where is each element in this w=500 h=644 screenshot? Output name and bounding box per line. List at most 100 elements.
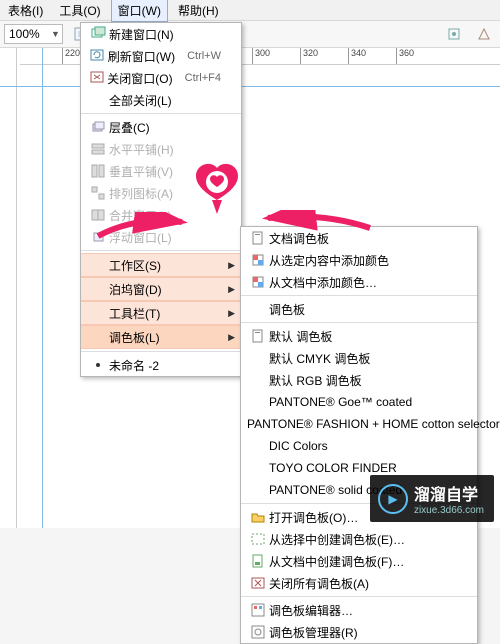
palette-menu-item-4[interactable]: 调色板	[241, 298, 477, 320]
menu-item-label: 从文档中添加颜色…	[269, 274, 457, 291]
window-menu-item-2[interactable]: 关闭窗口(O) Ctrl+F4	[81, 67, 241, 89]
page-icon	[247, 230, 269, 246]
zoom-combo[interactable]: ▼	[4, 24, 63, 44]
window-menu-item-3[interactable]: 全部关闭(L)	[81, 89, 241, 111]
window-menu-item-12[interactable]: 工作区(S) ▶	[81, 253, 241, 277]
palette-menu-item-7[interactable]: 默认 CMYK 调色板	[241, 347, 477, 369]
window-menu-item-5[interactable]: 层叠(C)	[81, 116, 241, 138]
menu-help[interactable]: 帮助(H)	[172, 0, 225, 21]
menu-item-label: 默认 CMYK 调色板	[269, 350, 457, 367]
annotation-arrow-left	[96, 212, 188, 242]
window-menu-item-0[interactable]: 新建窗口(N)	[81, 23, 241, 45]
menu-item-label: 全部关闭(L)	[109, 92, 221, 109]
swatch-icon	[247, 274, 269, 290]
window-menu-item-1[interactable]: 刷新窗口(W) Ctrl+W	[81, 45, 241, 67]
window-menu-item-17[interactable]: 未命名 -2	[81, 354, 241, 376]
menu-item-label: 默认 RGB 调色板	[269, 372, 457, 389]
window-menu-item-15[interactable]: 调色板(L) ▶	[81, 325, 241, 349]
chevron-down-icon: ▼	[51, 29, 60, 39]
palette-menu-item-10[interactable]: PANTONE® FASHION + HOME cotton selector	[241, 413, 477, 435]
menu-item-label: 未命名 -2	[109, 357, 221, 374]
menu-separator	[241, 322, 477, 323]
menu-item-label: 从文档中创建调色板(F)…	[269, 553, 457, 570]
doc-icon	[247, 553, 269, 569]
close-icon	[247, 575, 269, 591]
menu-separator	[81, 351, 241, 352]
menu-item-label: 从选定内容中添加颜色	[269, 252, 457, 269]
menu-item-label: 工具栏(T)	[109, 305, 221, 322]
menu-separator	[241, 596, 477, 597]
play-icon: ▶	[378, 484, 408, 514]
menu-shortcut: Ctrl+W	[187, 50, 221, 62]
menu-item-label: 泊坞窗(D)	[109, 281, 221, 298]
window-menu-item-13[interactable]: 泊坞窗(D) ▶	[81, 277, 241, 301]
tile-v-icon	[87, 163, 109, 179]
menu-item-label: 关闭窗口(O)	[107, 70, 172, 87]
palette-menu-item-1[interactable]: 从选定内容中添加颜色	[241, 249, 477, 271]
menu-item-label: 新建窗口(N)	[109, 26, 221, 43]
toolbar-icon-3[interactable]	[442, 22, 466, 46]
window-menu-item-6: 水平平铺(H)	[81, 138, 241, 160]
menu-separator	[81, 113, 241, 114]
palette-menu-item-11[interactable]: DIC Colors	[241, 435, 477, 457]
palette-menu-item-18[interactable]: 关闭所有调色板(A)	[241, 572, 477, 594]
menu-item-label: 刷新窗口(W)	[108, 48, 175, 65]
ruler-tick: 220	[62, 48, 80, 64]
window-new-icon	[87, 26, 109, 42]
zoom-input[interactable]	[7, 26, 51, 42]
page-icon	[247, 328, 269, 344]
window-menu-item-14[interactable]: 工具栏(T) ▶	[81, 301, 241, 325]
menu-separator	[241, 295, 477, 296]
swatch-icon	[247, 252, 269, 268]
watermark: ▶ 溜溜自学 zixue.3d66.com	[370, 475, 494, 522]
menu-item-label: 调色板	[269, 301, 457, 318]
layers-icon	[87, 119, 109, 135]
menu-tables[interactable]: 表格(I)	[2, 0, 49, 21]
arrange-icon	[87, 185, 109, 201]
palette-menu-item-9[interactable]: PANTONE® Goe™ coated	[241, 391, 477, 413]
palette-menu-item-21[interactable]: 调色板管理器(R)	[241, 621, 477, 643]
menu-item-label: 调色板管理器(R)	[269, 624, 457, 641]
heart-badge-annotation	[190, 162, 244, 216]
menu-item-label: 工作区(S)	[109, 257, 221, 274]
window-close-icon	[87, 70, 107, 86]
palette-menu-item-6[interactable]: 默认 调色板	[241, 325, 477, 347]
menu-tools[interactable]: 工具(O)	[53, 0, 106, 21]
palette-menu-item-16[interactable]: 从选择中创建调色板(E)…	[241, 528, 477, 550]
palette-menu-item-17[interactable]: 从文档中创建调色板(F)…	[241, 550, 477, 572]
menu-item-label: 水平平铺(H)	[109, 141, 221, 158]
menubar: 表格(I) 工具(O) 窗口(W) 帮助(H)	[0, 0, 500, 21]
bullet-icon	[87, 357, 109, 373]
watermark-url: zixue.3d66.com	[414, 505, 484, 516]
palette-menu-item-2[interactable]: 从文档中添加颜色…	[241, 271, 477, 293]
submenu-arrow-icon: ▶	[228, 332, 235, 343]
tile-h-icon	[87, 141, 109, 157]
ruler-tick: 300	[252, 48, 270, 64]
submenu-arrow-icon: ▶	[228, 284, 235, 295]
toolbar-icon-4[interactable]	[472, 22, 496, 46]
menu-item-label: 默认 调色板	[269, 328, 457, 345]
menu-item-label: 调色板(L)	[109, 329, 221, 346]
menu-item-label: 文档调色板	[269, 230, 457, 247]
annotation-arrow-right	[262, 210, 372, 232]
watermark-title: 溜溜自学	[414, 481, 484, 505]
menu-shortcut: Ctrl+F4	[185, 72, 221, 84]
menu-item-label: TOYO COLOR FINDER	[269, 461, 457, 475]
menu-window[interactable]: 窗口(W)	[111, 0, 168, 22]
guide-vertical[interactable]	[42, 48, 43, 528]
submenu-arrow-icon: ▶	[228, 260, 235, 271]
window-refresh-icon	[87, 48, 108, 64]
submenu-arrow-icon: ▶	[228, 308, 235, 319]
canvas-area: 220240260300320340360 新建窗口(N)刷新窗口(W)Ctrl…	[0, 48, 500, 528]
palette-menu-item-20[interactable]: 调色板编辑器…	[241, 599, 477, 621]
palettes-submenu: 文档调色板从选定内容中添加颜色从文档中添加颜色… 调色板默认 调色板默认 CMYK…	[240, 226, 478, 644]
menu-item-label: 层叠(C)	[109, 119, 221, 136]
mgr-icon	[247, 624, 269, 640]
sel-icon	[247, 531, 269, 547]
ruler-tick: 340	[348, 48, 366, 64]
palette-menu-item-8[interactable]: 默认 RGB 调色板	[241, 369, 477, 391]
menu-item-label: PANTONE® Goe™ coated	[269, 395, 457, 409]
menu-item-label: PANTONE® FASHION + HOME cotton selector	[247, 417, 500, 431]
menu-separator	[81, 250, 241, 251]
guide-horizontal[interactable]	[0, 86, 500, 87]
